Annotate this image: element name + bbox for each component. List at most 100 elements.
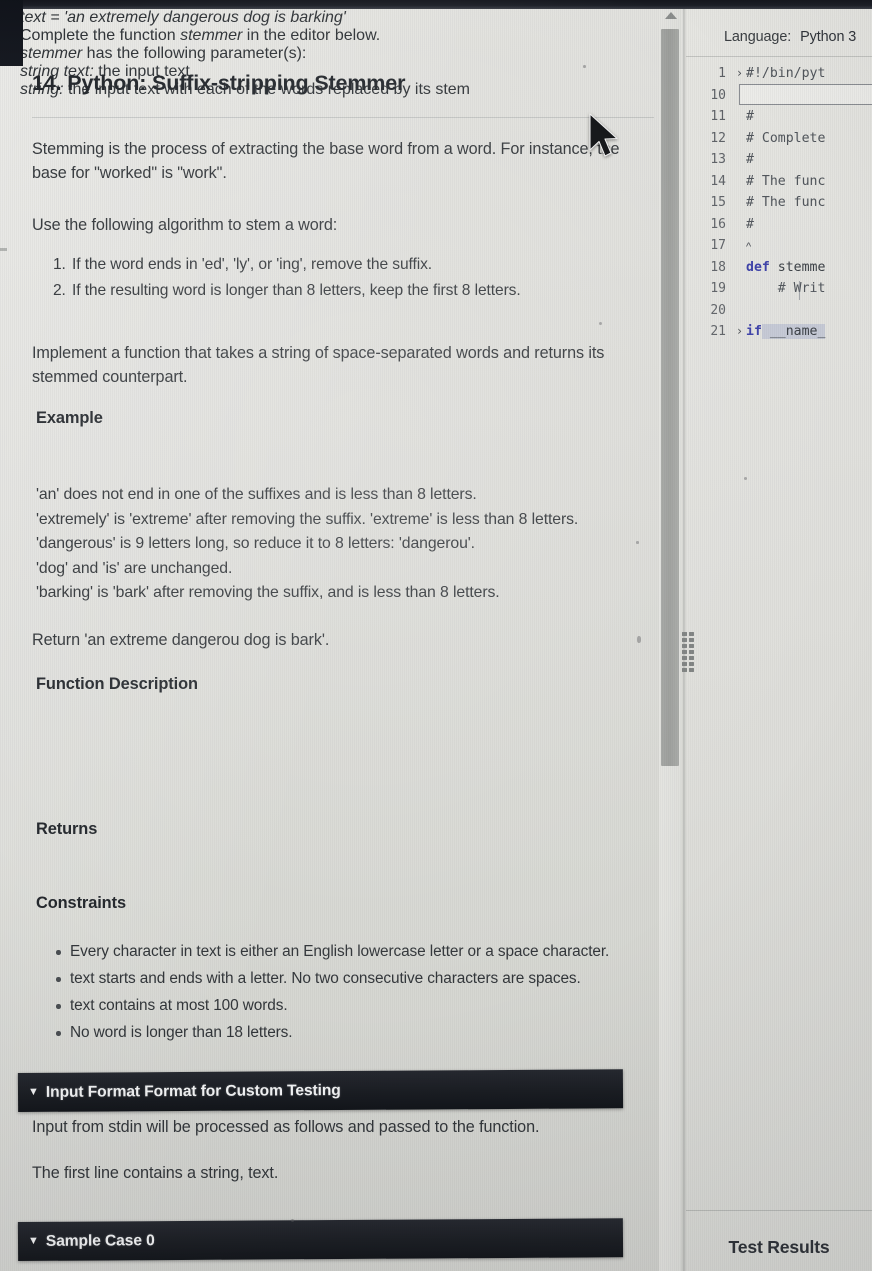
code-line[interactable]: 16 # bbox=[686, 214, 872, 236]
text-caret-marker: ^ bbox=[746, 241, 752, 253]
function-description-heading: Function Description bbox=[36, 675, 198, 693]
parameters-lead: stemmer has the following parameter(s): bbox=[20, 45, 657, 63]
language-value[interactable]: Python 3 bbox=[800, 29, 856, 45]
params-function-name: stemmer bbox=[20, 45, 83, 62]
explanation-line: 'extremely' is 'extreme' after removing … bbox=[36, 510, 579, 528]
code-fold-arrow-icon[interactable]: › bbox=[733, 321, 746, 343]
page-title: 14. Python: Suffix-stripping Stemmer bbox=[32, 71, 406, 95]
scroll-up-arrow-icon[interactable] bbox=[665, 12, 677, 19]
constraints-list: Every character in text is either an Eng… bbox=[50, 942, 609, 1050]
language-selector-row[interactable]: Language: Python 3 bbox=[686, 21, 872, 53]
sample-case-section-header[interactable]: ▼ Sample Case 0 bbox=[17, 1218, 624, 1261]
chevron-down-icon: ▼ bbox=[27, 1085, 39, 1098]
line-number: 10 bbox=[710, 87, 726, 103]
line-number: 19 bbox=[710, 281, 726, 296]
code-line[interactable]: 11 # bbox=[686, 106, 872, 128]
dust-speck bbox=[637, 636, 641, 643]
test-results-title: Test Results bbox=[728, 1237, 830, 1257]
fd-function-name: stemmer bbox=[180, 27, 243, 44]
line-number: 15 bbox=[710, 195, 726, 210]
input-format-section-header[interactable]: ▼ Input Format Format for Custom Testing bbox=[17, 1069, 624, 1112]
list-item: If the resulting word is longer than 8 l… bbox=[70, 278, 521, 304]
language-label: Language: bbox=[724, 29, 792, 45]
code-line-text: # The func bbox=[746, 173, 826, 189]
constraints-heading: Constraints bbox=[36, 894, 126, 912]
line-number: 17 bbox=[710, 238, 726, 253]
line-number: 1 bbox=[718, 66, 726, 81]
dust-speck bbox=[583, 65, 586, 68]
code-fold-arrow-icon[interactable]: › bbox=[733, 63, 746, 85]
fd-pre: Complete the function bbox=[20, 27, 181, 44]
example-assign-value: 'an extremely dangerous dog is barking' bbox=[64, 9, 346, 26]
example-assign-label: text = bbox=[20, 9, 65, 26]
line-number: 20 bbox=[710, 302, 726, 318]
code-line[interactable]: 15 # The func bbox=[686, 192, 872, 214]
line-number: 11 bbox=[710, 109, 726, 124]
splitter-drag-handle-icon[interactable] bbox=[681, 631, 695, 673]
returns-heading: Returns bbox=[36, 820, 98, 838]
input-format-body-1: Input from stdin will be processed as fo… bbox=[32, 1118, 540, 1136]
implement-paragraph: Implement a function that takes a string… bbox=[32, 344, 605, 386]
list-item: Every character in text is either an Eng… bbox=[55, 942, 609, 963]
dust-speck bbox=[744, 477, 747, 480]
dust-speck bbox=[636, 541, 639, 544]
line-number: 18 bbox=[710, 259, 726, 275]
example-explanation: 'an' does not end in one of the suffixes… bbox=[36, 483, 578, 606]
chevron-down-icon: ▼ bbox=[27, 1234, 39, 1247]
code-line-text: def stemme bbox=[746, 259, 826, 275]
explanation-line: 'barking' is 'bark' after removing the s… bbox=[36, 584, 500, 602]
explanation-line: 'an' does not end in one of the suffixes… bbox=[36, 486, 477, 503]
function-description-text: Complete the function stemmer in the edi… bbox=[20, 27, 657, 45]
algorithm-lead: Use the following algorithm to stem a wo… bbox=[32, 216, 338, 234]
code-editor-pane[interactable]: Language: Python 3 1 › #!/bin/pyt 10 11 #12 # … bbox=[686, 9, 872, 1271]
code-line[interactable]: 19 # Writ bbox=[686, 278, 872, 300]
list-item: If the word ends in 'ed', 'ly', or 'ing'… bbox=[70, 252, 521, 278]
code-line[interactable]: 18 def stemme bbox=[686, 257, 872, 279]
code-line[interactable]: 13 # bbox=[686, 149, 872, 171]
problem-content: 14. Python: Suffix-stripping Stemmer Ste… bbox=[20, 9, 657, 1041]
params-lead-rest: has the following parameter(s): bbox=[82, 45, 307, 62]
code-input-highlight-box[interactable] bbox=[739, 84, 872, 105]
algorithm-steps: If the word ends in 'ed', 'ly', or 'ing'… bbox=[48, 252, 521, 304]
code-line[interactable]: 17 bbox=[686, 235, 872, 257]
list-item: text contains at most 100 words. bbox=[55, 996, 609, 1017]
vertical-scrollbar-thumb[interactable] bbox=[661, 29, 679, 766]
mouse-cursor-icon bbox=[589, 113, 618, 157]
line-number: 16 bbox=[710, 216, 726, 232]
left-edge-marker bbox=[0, 248, 7, 251]
explanation-line: 'dangerous' is 9 letters long, so reduce… bbox=[36, 535, 475, 553]
title-divider bbox=[32, 117, 654, 118]
fd-post: in the editor below. bbox=[242, 27, 381, 44]
code-line-text: # bbox=[746, 152, 754, 167]
code-line-text: # bbox=[746, 216, 754, 232]
test-results-divider bbox=[686, 1210, 872, 1211]
code-line[interactable]: 12 # Complete bbox=[686, 128, 872, 150]
code-line[interactable]: 14 # The func bbox=[686, 171, 872, 193]
left-sidebar-tab[interactable] bbox=[0, 0, 23, 66]
sample-case-label: Sample Case 0 bbox=[45, 1231, 155, 1250]
code-line-text: # bbox=[746, 109, 754, 124]
input-format-label: Input Format Format for Custom Testing bbox=[45, 1081, 341, 1101]
list-item: No word is longer than 18 letters. bbox=[55, 1023, 609, 1044]
dust-speck bbox=[291, 1219, 294, 1222]
code-line-text: # The func bbox=[746, 195, 826, 210]
line-number: 14 bbox=[710, 173, 726, 189]
code-line-text: # Complete bbox=[746, 130, 826, 146]
code-line-text: #!/bin/pyt bbox=[746, 66, 826, 81]
example-assignment: text = 'an extremely dangerous dog is ba… bbox=[20, 9, 657, 27]
input-format-body-2: The first line contains a string, text. bbox=[32, 1164, 279, 1182]
dust-speck bbox=[599, 322, 602, 325]
line-number: 21 bbox=[710, 324, 726, 339]
code-line[interactable]: 1 › #!/bin/pyt bbox=[686, 63, 872, 85]
example-heading: Example bbox=[36, 409, 103, 427]
window-top-chrome bbox=[0, 0, 872, 9]
code-line-text: # Writ bbox=[746, 278, 872, 300]
code-line[interactable]: 21 › if __name_ bbox=[686, 321, 872, 343]
line-number: 12 bbox=[710, 130, 726, 146]
code-line[interactable]: 20 bbox=[686, 300, 872, 322]
editor-header-divider bbox=[686, 56, 872, 57]
line-number: 13 bbox=[710, 152, 726, 167]
intro-paragraph: Stemming is the process of extracting th… bbox=[32, 140, 620, 182]
list-item: text starts and ends with a letter. No t… bbox=[55, 969, 609, 990]
code-line-text: if __name_ bbox=[746, 324, 826, 339]
